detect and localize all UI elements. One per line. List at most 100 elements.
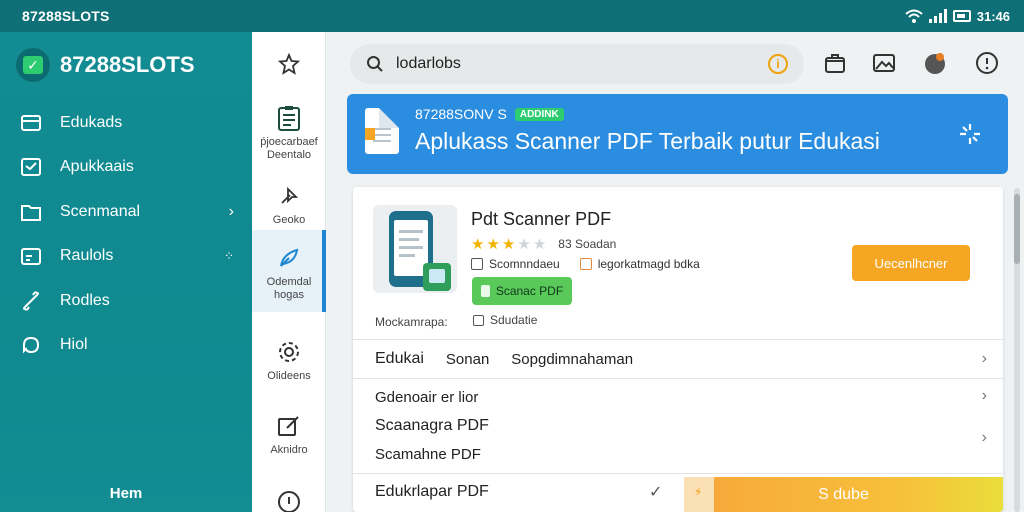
star-empty-icon: ★: [517, 236, 531, 253]
app-icon[interactable]: [373, 205, 457, 293]
bottom-label[interactable]: Edukrlapar PDF: [375, 483, 489, 501]
star-half-icon: ★: [501, 236, 516, 253]
promo-label: S dube: [818, 485, 869, 503]
signal-icon: [928, 9, 947, 23]
search-icon: [367, 56, 383, 72]
doc-icon: [473, 314, 484, 326]
rail-item-edit[interactable]: Aknidro: [252, 412, 326, 457]
brand-title: 87288SLOTS: [60, 52, 195, 77]
navigation-drawer: ✓ 87288SLOTS Edukads Apukkaais Scenmanal…: [0, 32, 252, 512]
promo-banner[interactable]: 87288SONV S ADDINK Aplukass Scanner PDF …: [347, 94, 1008, 174]
drawer-item-label: Hiol: [60, 336, 88, 353]
nav-rail: ṕjoecarbaef Deentalo Geoko Odemdal hogas…: [252, 32, 326, 512]
battery-icon: [952, 10, 971, 22]
install-button[interactable]: Uecenlhcner: [852, 245, 970, 281]
leaf-icon: [275, 244, 303, 272]
document-icon: [365, 108, 399, 154]
link-icon: [20, 290, 42, 312]
drawer-item-raulols[interactable]: Raulols ⁘: [20, 241, 238, 271]
inbox-icon: [20, 156, 42, 178]
check-icon[interactable]: ✓: [649, 482, 662, 502]
star-icon: ★: [471, 236, 485, 253]
rating-count: 83 Soadan: [558, 237, 617, 251]
scrollbar[interactable]: [1014, 188, 1020, 512]
rail-item-label: Aknidro: [270, 444, 308, 456]
pin-icon: [275, 182, 303, 210]
settings-icon: [275, 338, 303, 366]
avatar[interactable]: [922, 50, 948, 76]
scrollbar-thumb[interactable]: [1014, 194, 1020, 264]
chip-label: Scanac PDF: [495, 284, 564, 298]
search-bar[interactable]: lodarlobs i: [350, 44, 804, 84]
phone-icon: [389, 211, 451, 291]
store-icon[interactable]: [822, 50, 848, 76]
rail-item-info[interactable]: [252, 488, 326, 512]
banner-header: 87288SONV S ADDINK: [415, 106, 564, 122]
banner-subtitle: 87288SONV S: [415, 106, 507, 122]
drawer-item-hiol[interactable]: Hiol: [20, 330, 238, 360]
star-empty-icon: ★: [532, 236, 547, 253]
rail-item-label: Olideens: [267, 370, 311, 382]
brand-logo: ✓: [16, 48, 50, 82]
list-item[interactable]: Gdenoair er lior: [375, 389, 478, 406]
app-card: Pdt Scanner PDF ★ ★ ★ ★ ★ 83 Soadan Scom…: [353, 187, 1003, 512]
tag-icon: [579, 258, 592, 270]
wifi-icon: [905, 9, 923, 23]
bottom-row: Edukrlapar PDF ✓ ⚡ S dube: [353, 474, 1003, 512]
chevron-right-icon[interactable]: ›: [982, 387, 987, 405]
drawer-brand[interactable]: ✓ 87288SLOTS: [16, 48, 195, 82]
clipboard-icon: [275, 104, 303, 132]
list-item[interactable]: Scamahne PDF: [375, 446, 481, 463]
rail-item-odemdal[interactable]: Odemdal hogas: [252, 230, 326, 312]
drawer-footer-home[interactable]: Hem: [0, 485, 252, 502]
app-title: Pdt Scanner PDF: [471, 209, 612, 229]
rail-item-label: ṕjoecarbaef Deentalo: [260, 136, 318, 161]
status-indicators: 31:46: [905, 9, 1010, 24]
info-icon[interactable]: i: [768, 54, 788, 74]
drawer-item-label: Apukkaais: [60, 158, 134, 175]
checkbox-icon: [471, 258, 483, 270]
drawer-item-label: Rodles: [60, 292, 110, 309]
rail-item-documents[interactable]: ṕjoecarbaef Deentalo: [252, 104, 326, 162]
chevron-right-icon[interactable]: ›: [982, 429, 987, 447]
bolt-icon: ⚡: [694, 485, 703, 499]
chevron-right-icon[interactable]: ›: [982, 350, 987, 368]
status-time: 31:46: [976, 8, 1010, 24]
star-outline-icon: [275, 50, 303, 78]
search-input[interactable]: lodarlobs: [396, 55, 756, 73]
meta-category: Scomnndaeu: [489, 257, 560, 271]
note-label: Mockamrapa:: [375, 315, 448, 329]
rail-item-label: Geoko: [272, 214, 306, 226]
promo-button[interactable]: ⚡ S dube: [684, 477, 1003, 512]
status-app-name: 87288SLOTS: [22, 8, 110, 24]
status-bar: 87288SLOTS 31:46: [0, 0, 1024, 32]
info-icon: [275, 488, 303, 512]
check-icon: ✓: [23, 56, 43, 74]
image-icon[interactable]: [871, 50, 897, 76]
info-icon[interactable]: [974, 50, 1000, 76]
rail-item-favorites[interactable]: [252, 50, 326, 82]
rail-item-settings[interactable]: Olideens: [252, 338, 326, 383]
sparkle-icon[interactable]: [958, 122, 982, 146]
drawer-item-label: Raulols: [60, 247, 114, 264]
grip-icon: ⁘: [223, 249, 234, 263]
tab-edukai[interactable]: Edukai: [375, 350, 424, 368]
drawer-item-label: Scenmanal: [60, 203, 141, 220]
scan-pdf-chip[interactable]: Scanac PDF: [472, 277, 572, 305]
rating: ★ ★ ★ ★ ★ 83 Soadan: [471, 235, 616, 253]
tab-sonan[interactable]: Sonan: [446, 351, 489, 368]
note-status: Sdudatie: [473, 313, 537, 327]
list-item[interactable]: Scaanagra PDF: [375, 417, 489, 435]
banner-badge: ADDINK: [514, 107, 564, 121]
puzzle-icon: [20, 334, 42, 356]
drawer-item-edukads[interactable]: Edukads: [20, 108, 238, 138]
app-meta: Scomnndaeu legorkatmagd bdka: [471, 257, 700, 271]
tabs-row: Edukai Sonan Sopgdimnahaman ›: [353, 339, 1003, 379]
rail-item-label: Odemdal hogas: [266, 276, 312, 301]
drawer-item-rodles[interactable]: Rodles: [20, 286, 238, 316]
banner-title: Aplukass Scanner PDF Terbaik putur Eduka…: [415, 128, 880, 154]
drawer-item-scenmanal[interactable]: Scenmanal ›: [20, 197, 238, 227]
drawer-item-apukkaais[interactable]: Apukkaais: [20, 152, 238, 182]
rail-item-geoko[interactable]: Geoko: [252, 182, 326, 227]
tab-sopg[interactable]: Sopgdimnahaman: [511, 351, 633, 368]
